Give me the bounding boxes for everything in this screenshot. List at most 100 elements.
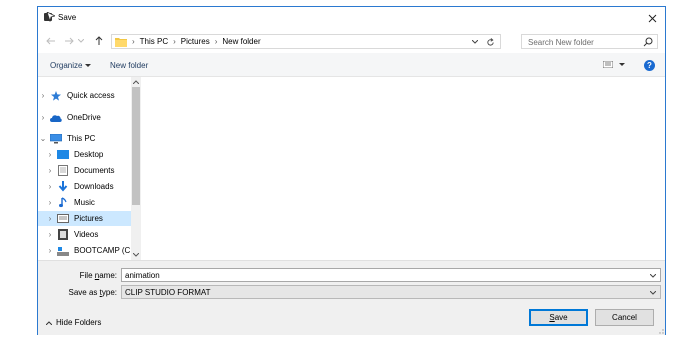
navigation-pane[interactable]: › Quick access › OneDrive ⌄ This PC › De…: [38, 77, 142, 260]
new-folder-button[interactable]: New folder: [110, 61, 148, 70]
caret-down-icon: [619, 62, 625, 66]
hide-folders-label: Hide Folders: [56, 318, 102, 327]
chevron-right-icon: ›: [132, 37, 135, 46]
sidebar-item-documents[interactable]: › Documents: [38, 163, 131, 178]
file-name-input[interactable]: animation: [121, 268, 661, 282]
star-icon: [50, 90, 62, 101]
file-list-pane[interactable]: [142, 77, 665, 260]
address-row: › This PC › Pictures › New folder Search…: [38, 31, 665, 51]
sidebar-item-label: Quick access: [67, 91, 115, 100]
save-as-type-value: CLIP STUDIO FORMAT: [125, 288, 211, 297]
cloud-icon: [50, 113, 62, 123]
save-dialog: Save › This PC › Pictures › New folder S…: [37, 6, 666, 335]
refresh-icon: [486, 37, 494, 46]
arrow-left-icon: [46, 37, 55, 45]
breadcrumb-new-folder[interactable]: New folder: [222, 37, 260, 46]
chevron-down-icon: [133, 253, 139, 257]
back-button[interactable]: [44, 34, 58, 48]
chevron-up-icon: [133, 80, 139, 84]
search-box[interactable]: Search New folder: [521, 34, 658, 49]
resize-grip-icon[interactable]: [656, 326, 664, 334]
breadcrumb-this-pc[interactable]: This PC: [140, 37, 168, 46]
cancel-button[interactable]: Cancel: [595, 309, 654, 326]
help-button[interactable]: ?: [644, 60, 655, 71]
music-icon: [57, 197, 69, 208]
scroll-up-button[interactable]: [131, 77, 141, 87]
expand-icon[interactable]: ›: [38, 113, 48, 122]
help-icon: ?: [647, 61, 652, 70]
expand-icon[interactable]: ›: [45, 246, 55, 255]
expand-icon[interactable]: ›: [45, 230, 55, 239]
close-icon: [648, 14, 656, 22]
collapse-icon[interactable]: ⌄: [38, 134, 48, 143]
save-button[interactable]: Save: [529, 309, 588, 326]
chevron-down-icon: [650, 274, 656, 278]
title-bar: Save: [38, 7, 665, 29]
drive-icon: [57, 246, 69, 256]
expand-icon[interactable]: ›: [45, 214, 55, 223]
sidebar-item-videos[interactable]: › Videos: [38, 227, 131, 242]
expand-icon[interactable]: ›: [45, 182, 55, 191]
sidebar-item-bootcamp-drive[interactable]: › BOOTCAMP (C:): [38, 243, 135, 258]
save-as-type-label: Save as type:: [68, 288, 118, 297]
breadcrumb-pictures[interactable]: Pictures: [181, 37, 210, 46]
pictures-icon: [57, 214, 69, 224]
refresh-button[interactable]: [484, 36, 496, 48]
chevron-down-icon: [472, 40, 478, 44]
file-name-label: File name:: [79, 271, 117, 280]
nav-scrollbar[interactable]: [131, 77, 141, 260]
computer-icon: [50, 133, 62, 144]
search-placeholder: Search New folder: [528, 38, 594, 47]
folder-icon: [115, 38, 127, 47]
sidebar-item-label: Downloads: [74, 182, 114, 191]
app-icon: [44, 12, 55, 22]
up-button[interactable]: [92, 34, 106, 48]
downloads-icon: [57, 181, 69, 192]
expand-icon[interactable]: ›: [38, 91, 48, 100]
sidebar-item-quick-access[interactable]: › Quick access: [38, 88, 131, 103]
sidebar-item-downloads[interactable]: › Downloads: [38, 179, 131, 194]
sidebar-item-this-pc[interactable]: ⌄ This PC: [38, 131, 131, 146]
address-dropdown-button[interactable]: [470, 37, 480, 47]
organize-label: Organize: [50, 61, 83, 70]
expand-icon[interactable]: ›: [45, 198, 55, 207]
desktop-icon: [57, 150, 69, 160]
sidebar-item-label: Music: [74, 198, 95, 207]
sidebar-item-label: Videos: [74, 230, 99, 239]
sidebar-item-label: BOOTCAMP (C:): [74, 246, 136, 255]
address-bar[interactable]: › This PC › Pictures › New folder: [111, 34, 501, 49]
file-name-value: animation: [125, 271, 160, 280]
documents-icon: [57, 165, 69, 176]
sidebar-item-pictures[interactable]: › Pictures: [38, 211, 131, 226]
forward-button[interactable]: [62, 34, 76, 48]
sidebar-item-desktop[interactable]: › Desktop: [38, 147, 131, 162]
caret-down-icon: [85, 63, 92, 67]
chevron-right-icon: ›: [214, 37, 218, 46]
change-view-button[interactable]: [603, 61, 625, 68]
chevron-down-icon: [650, 291, 656, 295]
hide-folders-button[interactable]: Hide Folders: [46, 318, 101, 327]
recent-locations-button[interactable]: [76, 34, 86, 48]
organize-button[interactable]: Organize: [50, 61, 92, 70]
file-name-dropdown-button[interactable]: [649, 272, 657, 280]
save-as-type-select[interactable]: CLIP STUDIO FORMAT: [121, 285, 661, 299]
arrow-up-icon: [95, 36, 103, 45]
sidebar-item-label: Documents: [74, 166, 115, 175]
command-bar: Organize New folder ?: [38, 53, 665, 77]
chevron-up-icon: [46, 320, 52, 325]
expand-icon[interactable]: ›: [45, 150, 55, 159]
videos-icon: [57, 229, 69, 240]
scroll-down-button[interactable]: [131, 250, 141, 260]
view-details-icon: [603, 61, 613, 68]
arrow-right-icon: [65, 37, 74, 45]
breadcrumb: › This PC › Pictures › New folder: [132, 37, 261, 46]
sidebar-item-label: OneDrive: [67, 113, 101, 122]
sidebar-item-onedrive[interactable]: › OneDrive: [38, 110, 131, 125]
expand-icon[interactable]: ›: [45, 166, 55, 175]
close-button[interactable]: [639, 7, 665, 29]
sidebar-item-music[interactable]: › Music: [38, 195, 131, 210]
scroll-thumb[interactable]: [132, 87, 140, 205]
sidebar-item-label: This PC: [67, 134, 96, 143]
save-as-type-dropdown-button[interactable]: [649, 289, 657, 297]
search-icon: [643, 37, 653, 47]
